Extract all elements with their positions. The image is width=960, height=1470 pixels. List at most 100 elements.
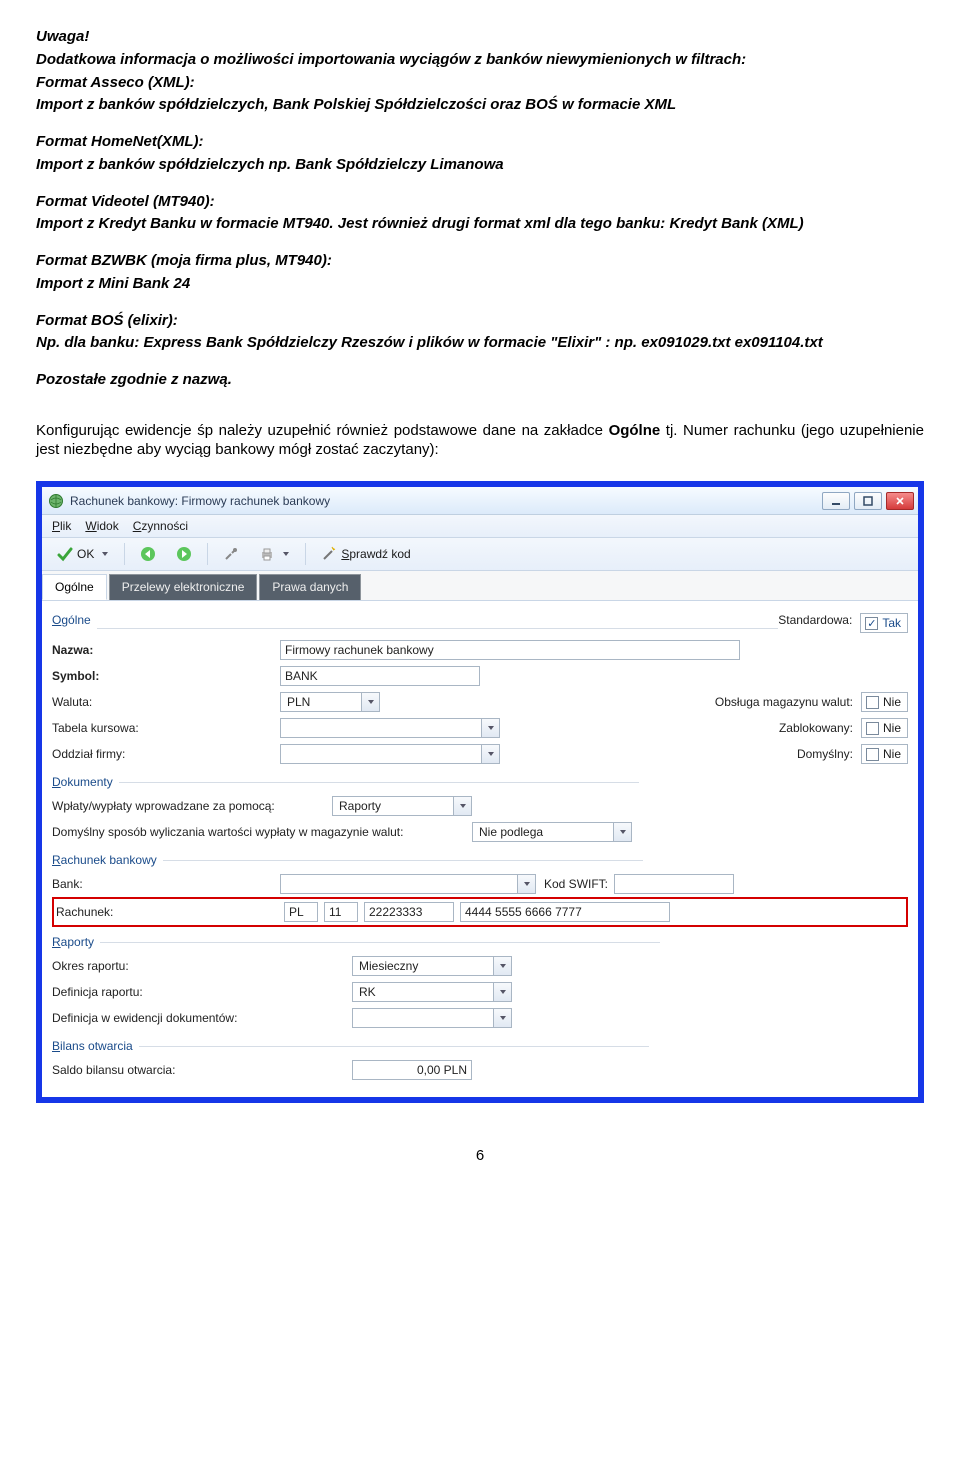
waluta-combo[interactable]: PLN (280, 692, 380, 712)
def-ewi-label: Definicja w ewidencji dokumentów: (52, 1011, 352, 1025)
window-icon (48, 493, 64, 509)
chevron-down-icon (613, 823, 631, 841)
form-panel: Ogólne Standardowa: Tak Nazwa: Symbol: W… (42, 601, 918, 1097)
konfig-pre: Konfigurując ewidencje śp należy uzupełn… (36, 422, 609, 439)
def-ewi-combo[interactable] (352, 1008, 512, 1028)
konfig-tab-name: Ogólne (609, 422, 661, 439)
def-rap-label: Definicja raportu: (52, 985, 352, 999)
section-bilans: Bilans otwarcia (52, 1031, 908, 1057)
window-title: Rachunek bankowy: Firmowy rachunek banko… (70, 494, 822, 508)
sprawdz-kod-label: Sprawdź kod (341, 547, 410, 561)
chevron-down-icon (481, 719, 499, 737)
chevron-down-icon (361, 693, 379, 711)
intro-line: Dodatkowa informacja o możliwości import… (36, 51, 924, 70)
tab-przelewy[interactable]: Przelewy elektroniczne (109, 574, 258, 600)
swift-input[interactable] (614, 874, 734, 894)
def-rap-combo[interactable]: RK (352, 982, 512, 1002)
konfig-paragraph: Konfigurując ewidencje śp należy uzupełn… (36, 422, 924, 460)
arrow-right-icon (176, 546, 192, 562)
nav-forward-button[interactable] (169, 541, 199, 567)
tools-button[interactable] (216, 541, 246, 567)
symbol-input[interactable] (280, 666, 480, 686)
homenet-body: Import z banków spółdzielczych np. Bank … (36, 156, 924, 175)
bos-body: Np. dla banku: Express Bank Spółdzielczy… (36, 334, 924, 353)
tab-strip: Ogólne Przelewy elektroniczne Prawa dany… (42, 571, 918, 601)
heading-uwaga: Uwaga! (36, 28, 924, 47)
titlebar: Rachunek bankowy: Firmowy rachunek banko… (42, 487, 918, 515)
bzwbk-body: Import z Mini Bank 24 (36, 275, 924, 294)
section-ogolne: Ogólne Standardowa: Tak (52, 605, 908, 637)
tabela-combo[interactable] (280, 718, 500, 738)
dropdown-caret-icon (282, 550, 290, 558)
chevron-down-icon (517, 875, 535, 893)
menu-czynnosci[interactable]: Czynności (133, 519, 188, 533)
oddzial-label: Oddział firmy: (52, 747, 280, 761)
saldo-label: Saldo bilansu otwarcia: (52, 1063, 352, 1077)
domysl-wyp-label: Domyślny sposób wyliczania wartości wypł… (52, 825, 472, 839)
ok-label: OK (77, 547, 94, 561)
saldo-input[interactable] (352, 1060, 472, 1080)
wplaty-label: Wpłaty/wypłaty wprowadzane za pomocą: (52, 799, 332, 813)
bank-combo[interactable] (280, 874, 536, 894)
standardowa-label: Standardowa: (778, 613, 852, 633)
symbol-label: Symbol: (52, 669, 280, 683)
menu-plik[interactable]: Plik (52, 519, 71, 533)
rachunek-highlight: Rachunek: (52, 897, 908, 927)
nazwa-label: Nazwa: (52, 643, 280, 657)
chevron-down-icon (481, 745, 499, 763)
page-number: 6 (36, 1147, 924, 1164)
tab-prawa-danych[interactable]: Prawa danych (259, 574, 361, 600)
ok-button[interactable]: OK (50, 541, 116, 567)
asseco-hdr: Format Asseco (XML): (36, 74, 924, 93)
standardowa-checkbox[interactable]: Tak (860, 613, 908, 633)
bos-hdr: Format BOŚ (elixir): (36, 312, 924, 331)
rachunek-rest-input[interactable] (460, 902, 670, 922)
obsluga-label: Obsługa magazynu walut: (715, 695, 853, 709)
rachunek-cc-input[interactable] (324, 902, 358, 922)
close-button[interactable] (886, 492, 914, 510)
arrow-left-icon (140, 546, 156, 562)
zablokowany-checkbox[interactable]: Nie (861, 718, 908, 738)
rachunek-label: Rachunek: (56, 905, 284, 919)
tabela-label: Tabela kursowa: (52, 721, 280, 735)
chevron-down-icon (493, 1009, 511, 1027)
nav-back-button[interactable] (133, 541, 163, 567)
toolbar: OK (42, 538, 918, 571)
nazwa-input[interactable] (280, 640, 740, 660)
chevron-down-icon (453, 797, 471, 815)
rachunek-bank-input[interactable] (364, 902, 454, 922)
menu-widok[interactable]: Widok (85, 519, 118, 533)
dropdown-caret-icon (101, 550, 109, 558)
chevron-down-icon (493, 957, 511, 975)
homenet-hdr: Format HomeNet(XML): (36, 133, 924, 152)
tab-ogolne[interactable]: Ogólne (42, 574, 107, 600)
oddzial-combo[interactable] (280, 744, 500, 764)
domyslny-label: Domyślny: (797, 747, 853, 761)
section-raporty: Raporty (52, 927, 908, 953)
printer-icon (259, 546, 275, 562)
sprawdz-kod-button[interactable]: Sprawdź kod (314, 541, 417, 567)
rachunek-pl-input[interactable] (284, 902, 318, 922)
window-frame: Rachunek bankowy: Firmowy rachunek banko… (36, 481, 924, 1103)
maximize-button[interactable] (854, 492, 882, 510)
zablokowany-label: Zablokowany: (779, 721, 853, 735)
chevron-down-icon (493, 983, 511, 1001)
swift-label: Kod SWIFT: (544, 877, 608, 891)
domysl-wyp-combo[interactable]: Nie podlega (472, 822, 632, 842)
videotel-body: Import z Kredyt Banku w formacie MT940. … (36, 215, 924, 234)
tools-icon (223, 546, 239, 562)
asseco-body: Import z banków spółdzielczych, Bank Pol… (36, 96, 924, 115)
minimize-button[interactable] (822, 492, 850, 510)
okres-combo[interactable]: Miesieczny (352, 956, 512, 976)
wplaty-combo[interactable]: Raporty (332, 796, 472, 816)
magic-wand-icon (321, 546, 337, 562)
print-button[interactable] (252, 541, 297, 567)
bank-label: Bank: (52, 877, 280, 891)
check-icon (57, 546, 73, 562)
section-rachunek: Rachunek bankowy (52, 845, 908, 871)
obsluga-checkbox[interactable]: Nie (861, 692, 908, 712)
domyslny-checkbox[interactable]: Nie (861, 744, 908, 764)
section-dokumenty: Dokumenty (52, 767, 908, 793)
waluta-label: Waluta: (52, 695, 280, 709)
bzwbk-hdr: Format BZWBK (moja firma plus, MT940): (36, 252, 924, 271)
